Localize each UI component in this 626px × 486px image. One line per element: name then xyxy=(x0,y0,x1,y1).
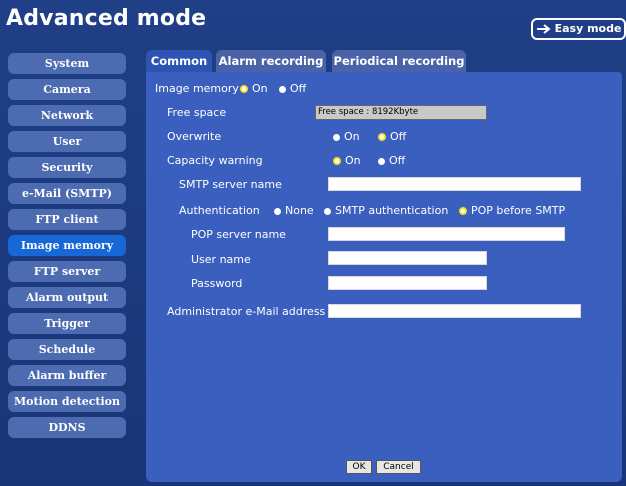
tab-common[interactable]: Common xyxy=(146,50,212,72)
user-name-label: User name xyxy=(191,253,251,266)
image-memory-label: Image memory xyxy=(155,82,239,95)
image-memory-on-radio[interactable]: On xyxy=(240,82,268,96)
free-space-label: Free space xyxy=(167,106,227,119)
radio-label: Off xyxy=(290,82,307,95)
sidebar-item-user[interactable]: User xyxy=(8,131,126,152)
capacity-warning-off-radio[interactable]: Off xyxy=(378,154,405,168)
radio-selected-icon xyxy=(378,133,386,141)
radio-icon xyxy=(274,207,281,215)
easy-mode-button[interactable]: Easy mode xyxy=(531,18,626,40)
auth-pop-before-smtp-radio[interactable]: POP before SMTP xyxy=(459,204,565,218)
header: Advanced mode Easy mode xyxy=(0,0,626,44)
arrow-right-icon xyxy=(536,24,551,34)
radio-selected-icon xyxy=(333,157,341,165)
radio-icon xyxy=(279,85,286,93)
overwrite-label: Overwrite xyxy=(167,130,222,143)
sidebar-item-camera[interactable]: Camera xyxy=(8,79,126,100)
capacity-warning-on-radio[interactable]: On xyxy=(333,154,361,168)
easy-mode-label: Easy mode xyxy=(554,22,622,35)
sidebar-item-motion-detection[interactable]: Motion detection xyxy=(8,391,126,412)
overwrite-on-radio[interactable]: On xyxy=(333,130,360,144)
tab-periodical-recording[interactable]: Periodical recording xyxy=(332,50,466,72)
radio-selected-icon xyxy=(240,85,248,93)
radio-label: SMTP authentication xyxy=(335,204,449,217)
radio-selected-icon xyxy=(459,207,467,215)
pop-server-name-input[interactable] xyxy=(328,227,565,241)
sidebar-item-alarm-output[interactable]: Alarm output xyxy=(8,287,126,308)
sidebar-item-alarm-buffer[interactable]: Alarm buffer xyxy=(8,365,126,386)
radio-label: POP before SMTP xyxy=(471,204,566,217)
cancel-button[interactable]: Cancel xyxy=(376,460,421,474)
radio-label: None xyxy=(285,204,314,217)
radio-label: Off xyxy=(390,130,407,143)
settings-panel: Image memory On Off Free space Free spac… xyxy=(146,72,622,482)
auth-smtp-radio[interactable]: SMTP authentication xyxy=(324,204,448,218)
smtp-server-name-label: SMTP server name xyxy=(179,178,282,191)
page-title: Advanced mode xyxy=(6,6,207,31)
radio-label: On xyxy=(345,154,361,167)
radio-icon xyxy=(333,133,340,141)
sidebar-item-image-memory[interactable]: Image memory xyxy=(8,235,126,256)
password-input[interactable] xyxy=(328,276,487,290)
sidebar-item-security[interactable]: Security xyxy=(8,157,126,178)
sidebar-item-system[interactable]: System xyxy=(8,53,126,74)
radio-icon xyxy=(324,207,331,215)
sidebar-item-trigger[interactable]: Trigger xyxy=(8,313,126,334)
sidebar-item-ddns[interactable]: DDNS xyxy=(8,417,126,438)
user-name-input[interactable] xyxy=(328,251,487,265)
authentication-label: Authentication xyxy=(179,204,260,217)
free-space-value: Free space : 8192Kbyte xyxy=(315,105,487,120)
radio-label: On xyxy=(344,130,360,143)
ok-button[interactable]: OK xyxy=(346,460,372,474)
pop-server-name-label: POP server name xyxy=(191,228,286,241)
image-memory-off-radio[interactable]: Off xyxy=(279,82,306,96)
sidebar-item-ftp-client[interactable]: FTP client xyxy=(8,209,126,230)
admin-email-label: Administrator e-Mail address xyxy=(167,305,326,318)
radio-icon xyxy=(378,157,385,165)
sidebar-item-network[interactable]: Network xyxy=(8,105,126,126)
app-window: Advanced mode Easy mode System Camera Ne… xyxy=(0,0,626,486)
password-label: Password xyxy=(191,277,243,290)
radio-label: On xyxy=(252,82,268,95)
capacity-warning-label: Capacity warning xyxy=(167,154,263,167)
sidebar-item-schedule[interactable]: Schedule xyxy=(8,339,126,360)
smtp-server-name-input[interactable] xyxy=(328,177,581,191)
admin-email-input[interactable] xyxy=(328,304,581,318)
overwrite-off-radio[interactable]: Off xyxy=(378,130,406,144)
sidebar-item-ftp-server[interactable]: FTP server xyxy=(8,261,126,282)
radio-label: Off xyxy=(389,154,406,167)
tab-alarm-recording[interactable]: Alarm recording xyxy=(216,50,326,72)
auth-none-radio[interactable]: None xyxy=(274,204,314,218)
sidebar-item-email-smtp[interactable]: e-Mail (SMTP) xyxy=(8,183,126,204)
